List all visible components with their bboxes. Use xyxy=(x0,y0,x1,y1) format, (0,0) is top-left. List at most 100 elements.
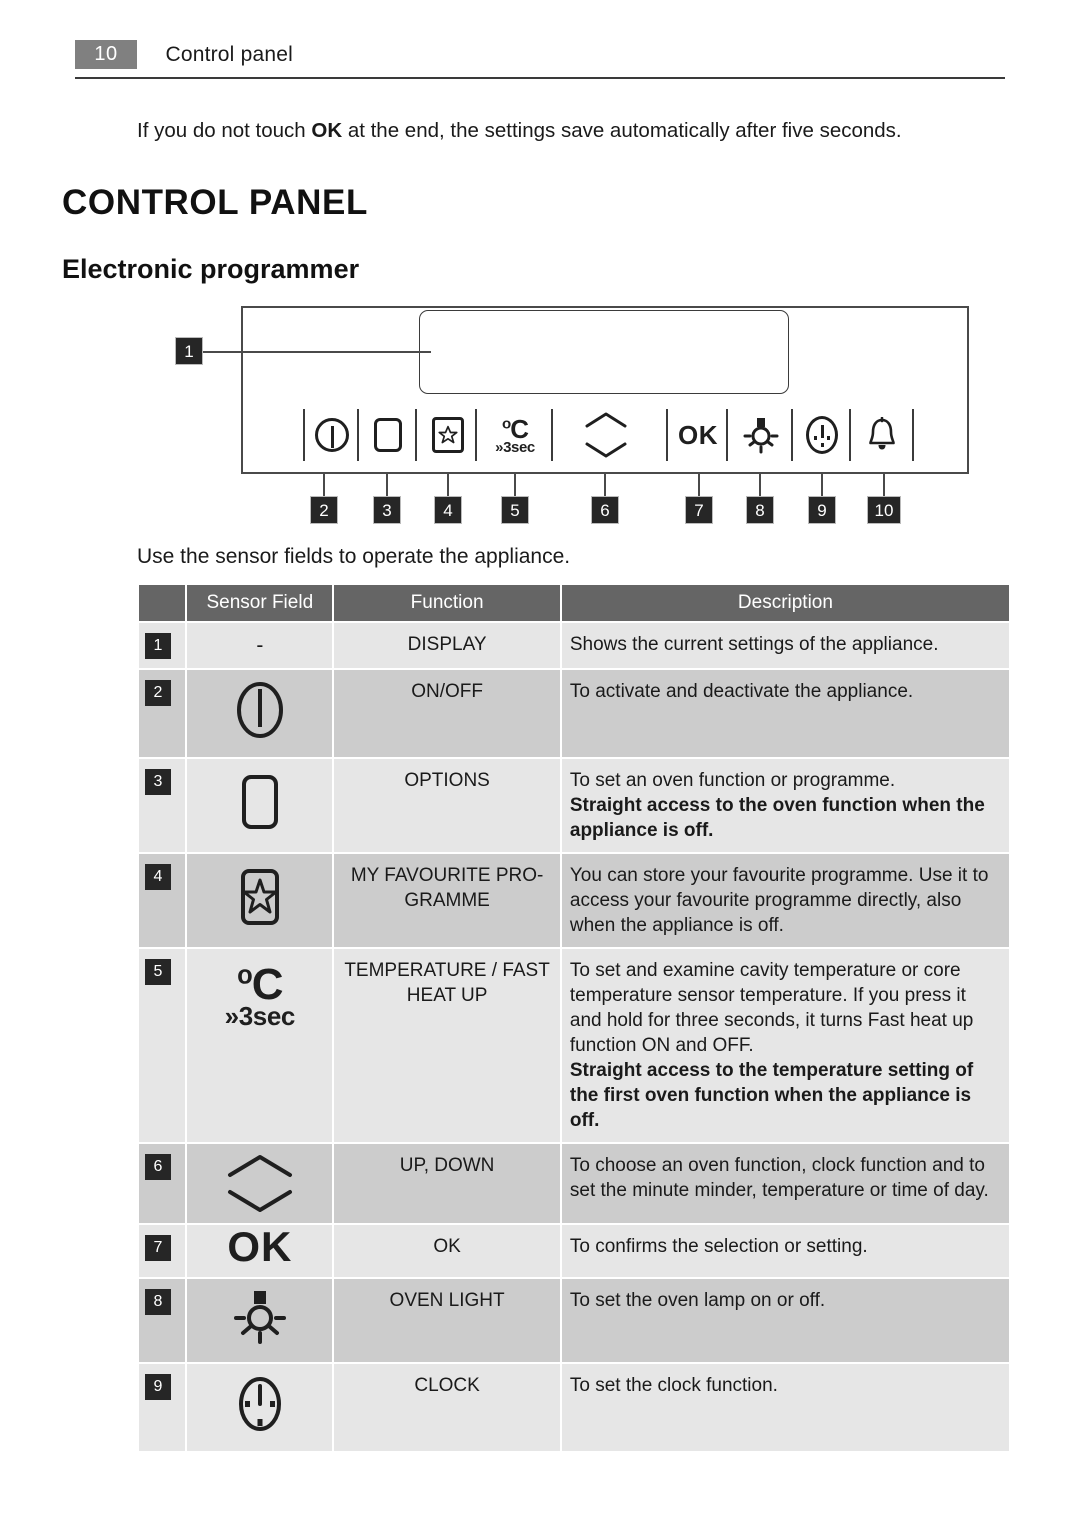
panel-separator xyxy=(849,409,851,461)
chevron-up-icon xyxy=(227,1155,292,1177)
panel-temperature-field[interactable]: oC »3sec xyxy=(482,409,548,461)
description-text: To activate and deactivate the appliance… xyxy=(569,681,914,702)
column-header-desc: Description xyxy=(561,585,1009,621)
column-header-function: Function xyxy=(334,585,560,621)
row-icon-cell xyxy=(187,1144,333,1223)
temperature-3sec-icon: oC »3sec xyxy=(495,413,535,456)
row-description-cell: To set the oven lamp on or off. xyxy=(561,1279,1009,1362)
panel-separator xyxy=(357,409,359,461)
table-header-row: Sensor Field Function Description xyxy=(139,585,1009,621)
panel-separator xyxy=(475,409,477,461)
row-icon-cell: oC »3sec xyxy=(187,949,333,1142)
description-text: To set the clock function. xyxy=(569,1375,778,1396)
row-function-cell: ON/OFF xyxy=(334,670,560,757)
row-description-cell: To confirms the selection or setting. xyxy=(561,1225,1009,1277)
ok-icon: OK xyxy=(227,1223,293,1270)
row-icon-cell: OK xyxy=(187,1223,333,1277)
callout-tick xyxy=(604,474,606,496)
table-row: 7 OK OK To confirms the selection or set… xyxy=(139,1225,1009,1277)
panel-favourite-field[interactable] xyxy=(425,409,471,461)
row-index-cell: 7 xyxy=(139,1225,186,1277)
description-text: To set an oven function or programme. xyxy=(569,770,896,791)
description-bold-text: Straight access to the oven function whe… xyxy=(569,795,985,841)
panel-power-field[interactable] xyxy=(310,409,354,461)
chevron-down-icon xyxy=(227,1190,292,1212)
row-index-cell: 4 xyxy=(139,854,186,947)
row-number-badge: 2 xyxy=(145,680,171,706)
callout-leader-line-1 xyxy=(203,351,431,353)
row-function-cell: UP, DOWN xyxy=(334,1144,560,1223)
row-description-cell: To set an oven function or programme. St… xyxy=(561,759,1009,852)
oven-lamp-icon xyxy=(232,1288,288,1346)
row-function-cell: CLOCK xyxy=(334,1364,560,1451)
row-function-cell: TEMPERATURE / FAST HEAT UP xyxy=(334,949,560,1142)
table-row: 3 OPTIONS To set an oven function or pro… xyxy=(139,759,1009,852)
panel-clock-field[interactable] xyxy=(800,409,844,461)
chevron-down-icon xyxy=(585,442,627,458)
panel-up-down-field[interactable] xyxy=(566,396,646,474)
description-text: To set the oven lamp on or off. xyxy=(569,1290,826,1311)
rounded-square-icon xyxy=(374,418,402,452)
chevron-up-icon xyxy=(585,412,627,428)
description-bold-text: Straight access to the temperature setti… xyxy=(569,1060,974,1131)
star-in-box-icon xyxy=(235,866,285,928)
callout-tick xyxy=(698,474,700,496)
row-icon-cell xyxy=(187,1364,333,1451)
oven-lamp-icon xyxy=(743,418,779,454)
control-panel-diagram: 1 oC »3sec OK 2 3 4 5 6 7 8 9 10 xyxy=(0,0,1080,524)
row-icon-cell xyxy=(187,759,333,852)
panel-separator xyxy=(303,409,305,461)
power-icon xyxy=(233,679,287,741)
table-row: 4 MY FAVOURITE PRO- GRAMME You can store… xyxy=(139,854,1009,947)
up-down-chevrons-icon xyxy=(195,1153,324,1214)
row-number-badge: 1 xyxy=(145,633,171,659)
row-function-cell: OPTIONS xyxy=(334,759,560,852)
sensor-field-table: Sensor Field Function Description 1 - DI… xyxy=(137,583,1011,1453)
row-description-cell: To set the clock function. xyxy=(561,1364,1009,1451)
panel-separator xyxy=(912,409,914,461)
row-index-cell: 1 xyxy=(139,623,186,668)
callout-3: 3 xyxy=(373,496,401,524)
callout-tick xyxy=(386,474,388,496)
panel-separator xyxy=(551,409,553,461)
panel-separator xyxy=(666,409,668,461)
table-row: 1 - DISPLAY Shows the current settings o… xyxy=(139,623,1009,668)
description-text: To choose an oven function, clock functi… xyxy=(569,1155,989,1201)
callout-10: 10 xyxy=(867,496,901,524)
callout-tick xyxy=(821,474,823,496)
table-row: 6 UP, DOWN To choose an oven function, c… xyxy=(139,1144,1009,1223)
panel-ok-field[interactable]: OK xyxy=(674,409,722,461)
callout-tick xyxy=(883,474,885,496)
row-function-cell: DISPLAY xyxy=(334,623,560,668)
no-icon-dash: - xyxy=(256,633,264,657)
row-index-cell: 8 xyxy=(139,1279,186,1362)
table-row: 9 CLOCK To set the clock function. xyxy=(139,1364,1009,1451)
panel-options-field[interactable] xyxy=(366,409,410,461)
star-in-box-icon xyxy=(432,417,464,453)
row-number-badge: 8 xyxy=(145,1289,171,1315)
callout-tick xyxy=(323,474,325,496)
row-icon-cell: - xyxy=(187,623,333,668)
display-screen xyxy=(419,310,789,394)
callout-7: 7 xyxy=(685,496,713,524)
table-row: 8 OVEN LIGHT To set the oven lamp on or … xyxy=(139,1279,1009,1362)
row-description-cell: To choose an oven function, clock functi… xyxy=(561,1144,1009,1223)
row-description-cell: You can store your favourite programme. … xyxy=(561,854,1009,947)
callout-1: 1 xyxy=(175,337,203,365)
description-text: You can store your favourite programme. … xyxy=(569,865,989,936)
panel-separator xyxy=(791,409,793,461)
use-note: Use the sensor fields to operate the app… xyxy=(137,545,571,568)
row-icon-cell xyxy=(187,854,333,947)
description-text: Shows the current settings of the applia… xyxy=(569,634,939,655)
row-number-badge: 6 xyxy=(145,1154,171,1180)
row-index-cell: 6 xyxy=(139,1144,186,1223)
ok-icon: OK xyxy=(678,419,718,450)
panel-oven-light-field[interactable] xyxy=(736,409,786,461)
row-function-cell: MY FAVOURITE PRO- GRAMME xyxy=(334,854,560,947)
row-number-badge: 7 xyxy=(145,1235,171,1261)
row-number-badge: 4 xyxy=(145,864,171,890)
panel-minute-minder-field[interactable] xyxy=(858,409,906,461)
rounded-square-icon xyxy=(236,772,284,832)
temperature-3sec-icon: oC »3sec xyxy=(224,960,296,1031)
row-index-cell: 5 xyxy=(139,949,186,1142)
